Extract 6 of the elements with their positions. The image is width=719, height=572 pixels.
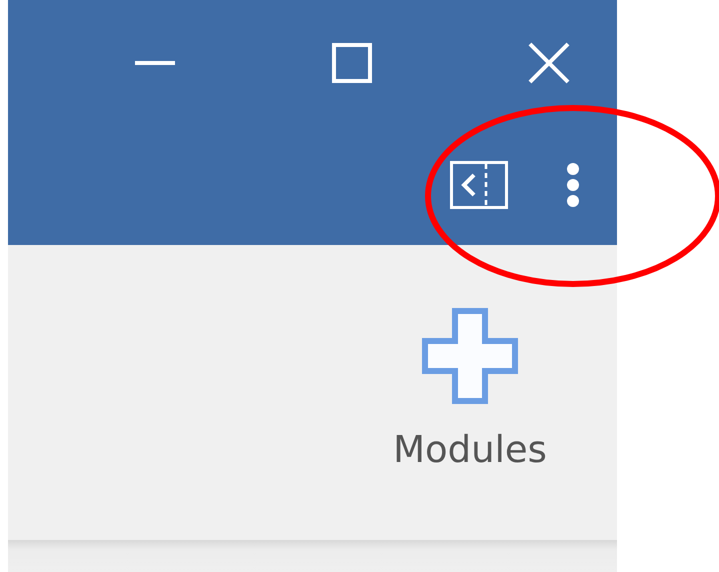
- close-icon: [528, 42, 570, 84]
- minimize-icon: [135, 60, 175, 64]
- panel-toggle-button[interactable]: [450, 161, 508, 209]
- modules-button[interactable]: Modules: [380, 245, 560, 540]
- plus-icon: [422, 308, 518, 404]
- maximize-icon: [332, 42, 372, 82]
